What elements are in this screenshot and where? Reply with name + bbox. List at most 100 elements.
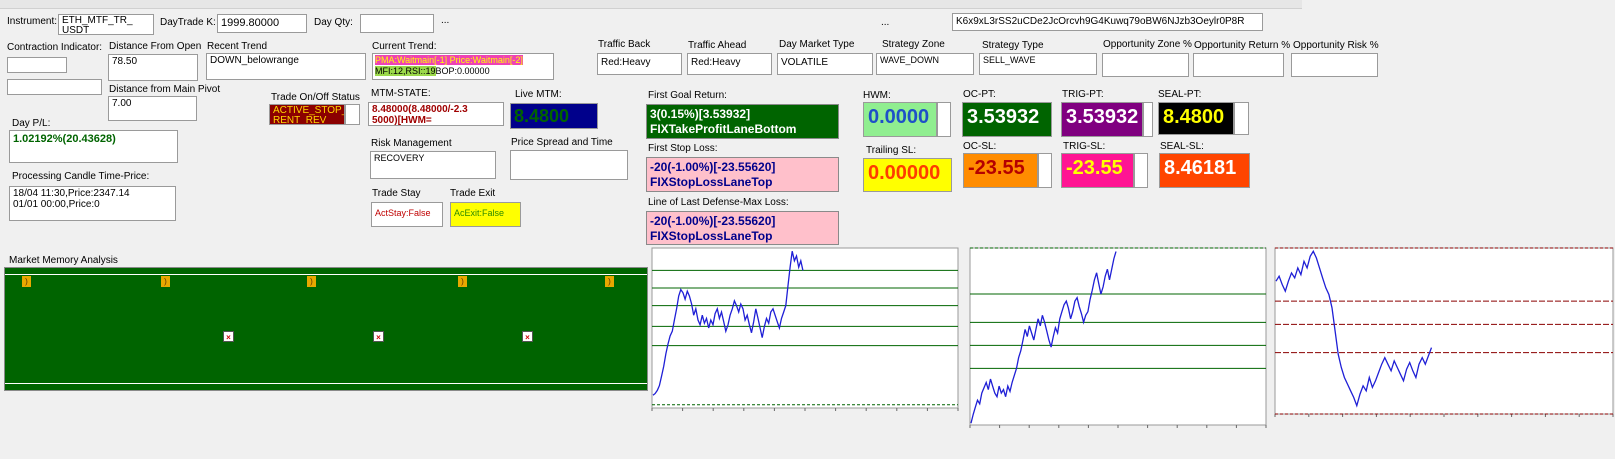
distance-main-pivot-field[interactable]: 7.00: [108, 96, 197, 121]
strategy-zone-field[interactable]: WAVE_DOWN: [876, 53, 974, 75]
seal-pt-value: 8.4800: [1158, 102, 1234, 135]
current-trend-label: Current Trend:: [372, 41, 437, 52]
close-icon[interactable]: ×: [373, 331, 384, 342]
seal-pt-side: [1234, 102, 1249, 135]
trade-onoff-side-field[interactable]: [345, 104, 360, 125]
first-stop-loss-label: First Stop Loss:: [648, 143, 718, 154]
processing-candle-field[interactable]: 18/04 11:30,Price:2347.14 01/01 00:00,Pr…: [9, 186, 176, 221]
oc-sl-side: [1038, 153, 1052, 188]
traffic-ahead-label: Traffic Ahead: [688, 40, 747, 51]
seal-sl-label: SEAL-SL:: [1160, 141, 1204, 152]
mtm-state-label: MTM-STATE:: [371, 88, 431, 99]
day-qty-field[interactable]: [360, 14, 434, 33]
seal-sl-value: 8.46181: [1159, 153, 1250, 188]
trade-onoff-label: Trade On/Off Status: [271, 92, 360, 103]
strategy-zone-label: Strategy Zone: [882, 39, 945, 50]
chart-background: [651, 247, 959, 409]
trade-stay-label: Trade Stay: [372, 188, 421, 199]
key-ellipsis-button[interactable]: ...: [881, 17, 889, 28]
day-qty-label: Day Qty:: [314, 17, 353, 28]
opportunity-zone-label: Opportunity Zone %: [1103, 39, 1192, 50]
opportunity-risk-label: Opportunity Risk %: [1293, 40, 1379, 51]
trade-exit-field[interactable]: AcExit:False: [450, 202, 521, 227]
processing-candle-label: Processing Candle Time-Price:: [12, 171, 150, 182]
day-pl-label: Day P/L:: [12, 118, 51, 129]
recent-trend-label: Recent Trend: [207, 41, 268, 52]
trig-sl-side: [1134, 153, 1148, 188]
first-stop-loss-panel: -20(-1.00%)[-23.55620] FIXStopLossLaneTo…: [646, 157, 839, 192]
trailing-sl-label: Trailing SL:: [866, 145, 917, 156]
contraction-indicator-field[interactable]: [7, 57, 67, 73]
live-mtm-label: Live MTM:: [515, 89, 562, 100]
live-mtm-value: 8.4800: [510, 103, 598, 129]
contraction-indicator-label: Contraction Indicator:: [7, 42, 103, 53]
current-trend-pma: PMA:Waitmain[-1] Price:Waitmain[-2]: [375, 55, 523, 65]
opportunity-return-label: Opportunity Return %: [1194, 40, 1291, 51]
risk-management-label: Risk Management: [371, 138, 452, 149]
last-defense-panel: -20(-1.00%)[-23.55620] FIXStopLossLaneTo…: [646, 211, 839, 245]
traffic-back-field[interactable]: Red:Heavy: [597, 53, 682, 75]
instrument-label: Instrument:: [7, 16, 58, 27]
strategy-type-field[interactable]: SELL_WAVE: [979, 53, 1097, 75]
trade-stay-field[interactable]: ActStay:False: [371, 202, 443, 227]
seal-pt-label: SEAL-PT:: [1158, 89, 1202, 100]
market-memory-line-bottom: [5, 383, 647, 384]
last-defense-label: Line of Last Defense-Max Loss:: [648, 197, 789, 208]
close-icon[interactable]: ×: [522, 331, 533, 342]
day-market-type-field[interactable]: VOLATILE: [777, 53, 873, 75]
opportunity-risk-field[interactable]: [1291, 53, 1378, 77]
market-memory-title: Market Memory Analysis: [9, 255, 118, 266]
price-chart-2[interactable]: [966, 246, 1269, 431]
trig-sl-value: -23.55: [1061, 153, 1134, 188]
hwm-label: HWM:: [863, 90, 891, 101]
memory-mark: ): [458, 276, 467, 287]
day-pl-field[interactable]: 1.02192%(20.43628): [9, 130, 178, 163]
day-qty-ellipsis-button[interactable]: ...: [441, 15, 449, 26]
first-goal-label: First Goal Return:: [648, 90, 727, 101]
price-chart-1[interactable]: [650, 246, 960, 414]
distance-from-open-label: Distance From Open: [109, 41, 202, 52]
hwm-side: [937, 102, 951, 137]
memory-mark: ): [605, 276, 614, 287]
oc-sl-value: -23.55: [963, 153, 1038, 188]
oc-pt-label: OC-PT:: [963, 89, 996, 100]
distance-main-pivot-label: Distance from Main Pivot: [109, 84, 221, 95]
first-goal-panel: 3(0.15%)[3.53932] FIXTakeProfitLaneBotto…: [646, 104, 839, 139]
trade-exit-label: Trade Exit: [450, 188, 496, 199]
memory-mark: ): [307, 276, 316, 287]
trig-pt-value: 3.53932: [1061, 102, 1143, 137]
top-divider: [0, 0, 1302, 9]
instrument-field[interactable]: ETH_MTF_TR_ USDT: [58, 14, 154, 35]
trailing-sl-value: 0.00000: [863, 158, 952, 192]
current-trend-field[interactable]: PMA:Waitmain[-1] Price:Waitmain[-2] MFI:…: [372, 53, 554, 80]
daytrade-k-field[interactable]: 1999.80000: [217, 14, 307, 33]
market-memory-line-top: [5, 274, 647, 275]
market-memory-panel[interactable]: ) ) ) ) ) × × ×: [4, 267, 648, 391]
price-chart-3[interactable]: [1271, 246, 1615, 418]
trig-pt-label: TRIG-PT:: [1062, 89, 1104, 100]
contraction-sub-field[interactable]: [7, 79, 102, 95]
recent-trend-field[interactable]: DOWN_belowrange: [206, 53, 366, 80]
price-spread-label: Price Spread and Time: [511, 137, 613, 148]
mtm-state-field[interactable]: 8.48000(8.48000/-2.3 5000)[HWM=: [368, 102, 504, 126]
distance-from-open-field[interactable]: 78.50: [108, 54, 198, 81]
strategy-type-label: Strategy Type: [982, 40, 1044, 51]
chart-background: [1274, 247, 1614, 415]
current-trend-bop: BOP:0.00000: [435, 66, 490, 76]
oc-sl-label: OC-SL:: [963, 141, 997, 152]
oc-pt-value: 3.53932: [962, 102, 1052, 137]
price-spread-field[interactable]: [510, 150, 628, 180]
day-market-type-label: Day Market Type: [779, 39, 855, 50]
traffic-back-label: Traffic Back: [598, 39, 651, 50]
daytrade-k-label: DayTrade K:: [160, 17, 216, 28]
trade-onoff-field[interactable]: ACTIVE_STOP_ RENT_REV: [269, 104, 345, 125]
risk-management-field[interactable]: RECOVERY: [370, 151, 496, 179]
close-icon[interactable]: ×: [223, 331, 234, 342]
trig-sl-label: TRIG-SL:: [1063, 141, 1106, 152]
opportunity-zone-field[interactable]: [1102, 53, 1189, 77]
opportunity-return-field[interactable]: [1193, 53, 1284, 77]
traffic-ahead-field[interactable]: Red:Heavy: [687, 53, 772, 75]
hwm-value: 0.0000: [863, 102, 937, 137]
api-key-field[interactable]: K6x9xL3rSS2uCDe2JcOrcvh9G4Kuwq79oBW6NJzb…: [952, 13, 1263, 31]
trig-pt-side: [1143, 102, 1153, 137]
